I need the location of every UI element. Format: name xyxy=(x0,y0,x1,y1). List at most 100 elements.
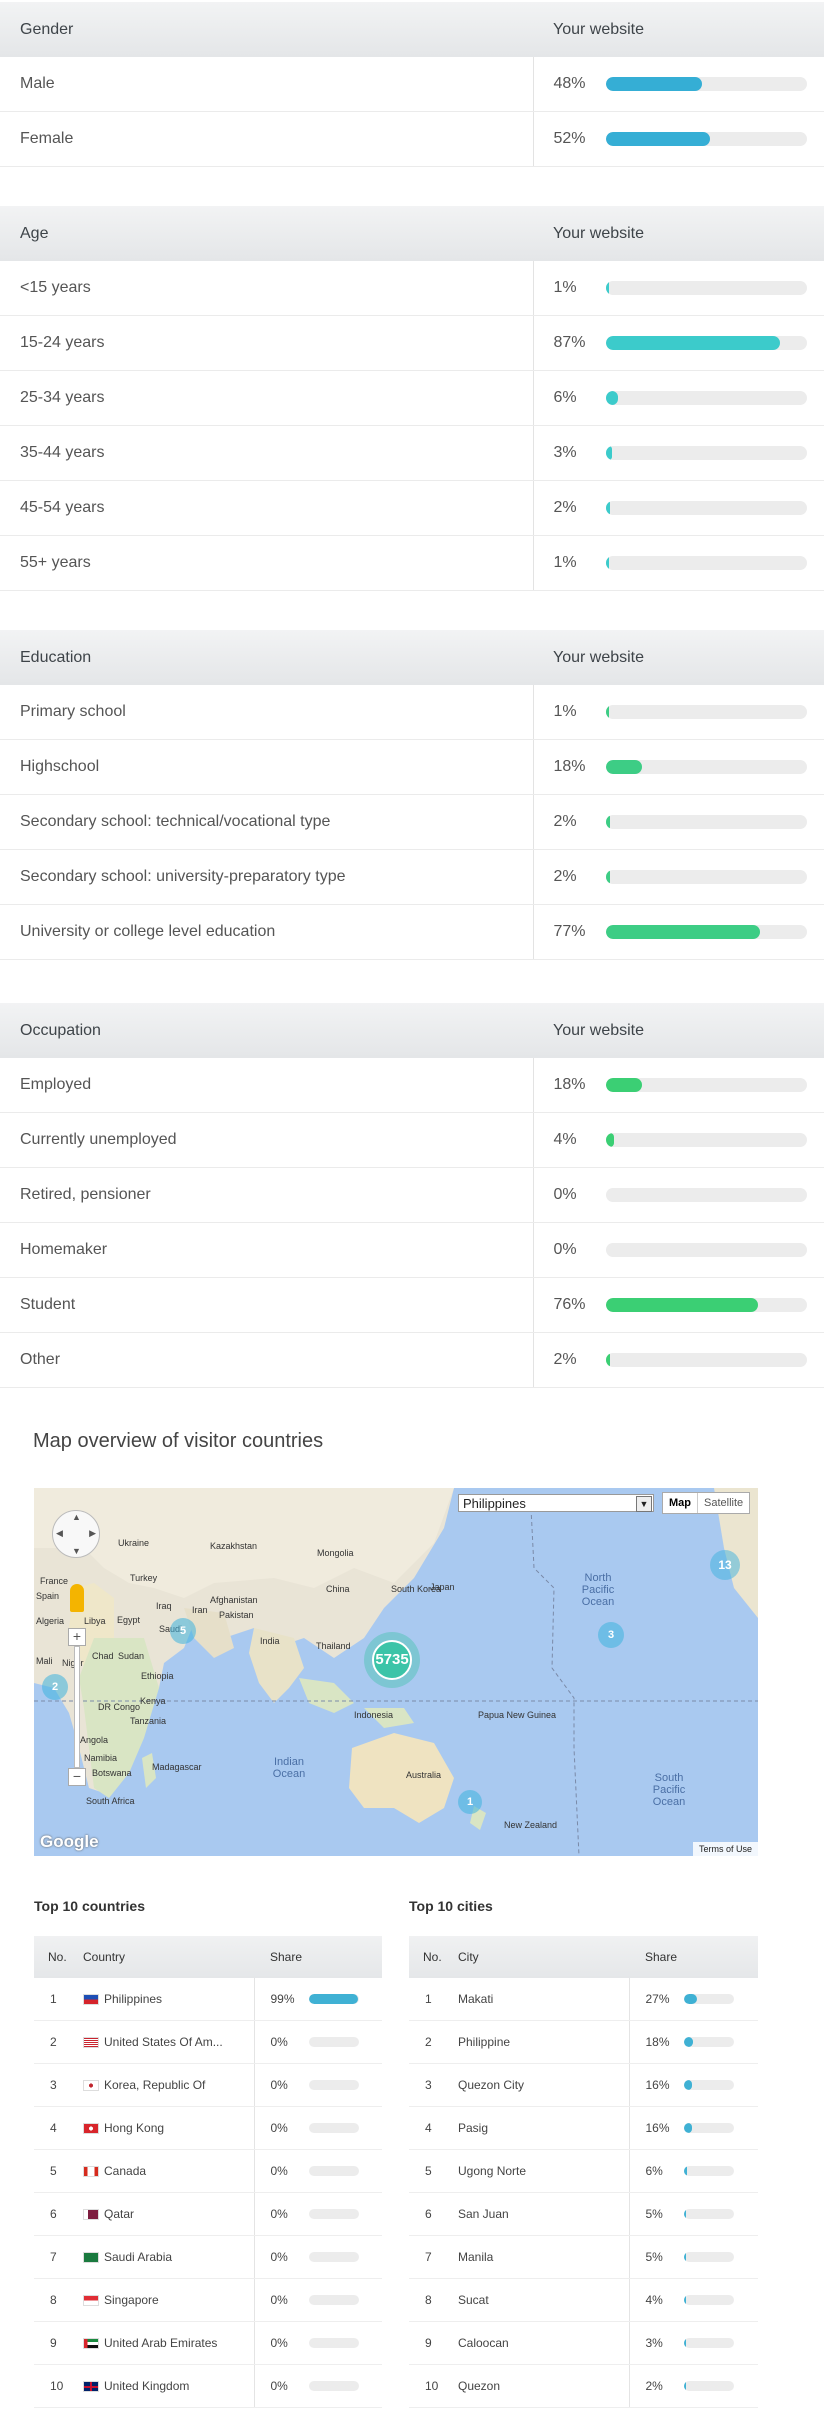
top-row: 2 Philippine 18% xyxy=(409,2020,758,2064)
row-bar-fill xyxy=(605,445,612,460)
row-bar-fill xyxy=(605,500,610,515)
row-number: 3 xyxy=(409,2063,457,2107)
row-percent: 77% xyxy=(553,922,586,940)
demo-row: <15 years 1% xyxy=(0,261,824,316)
top-row: 1 Philippines 99% xyxy=(34,1978,382,2021)
pan-up-icon[interactable]: ▲ xyxy=(72,1512,81,1522)
map-label: Niger xyxy=(62,1658,84,1668)
row-label: Retired, pensioner xyxy=(0,1167,533,1223)
zoom-slider[interactable] xyxy=(74,1646,80,1768)
share-bar-fill xyxy=(683,2209,686,2220)
row-bar-fill xyxy=(605,759,642,774)
row-name-cell: Ugong Norte xyxy=(457,2149,629,2193)
row-bar-track xyxy=(605,814,807,829)
row-name: San Juan xyxy=(458,2207,509,2221)
row-name-cell: Quezon City xyxy=(457,2063,629,2107)
row-share-cell: 3% xyxy=(628,2321,758,2365)
row-bar-track xyxy=(605,1187,807,1202)
zoom-in-button[interactable]: + xyxy=(68,1628,86,1646)
row-bar-track xyxy=(605,1297,807,1312)
row-bar-fill xyxy=(605,335,781,350)
row-bar-track xyxy=(605,445,807,460)
cluster-pacific[interactable]: 3 xyxy=(598,1622,624,1648)
row-value-cell: 1% xyxy=(532,261,824,316)
map-label: Namibia xyxy=(84,1753,118,1763)
row-bar-fill xyxy=(605,76,702,91)
row-share: 0% xyxy=(270,2336,288,2351)
row-value-cell: 1% xyxy=(532,535,824,591)
row-name: Makati xyxy=(458,1992,494,2006)
row-share: 2% xyxy=(645,2379,663,2394)
col-share: Share xyxy=(254,1936,382,1978)
pan-left-icon[interactable]: ◀ xyxy=(56,1528,63,1539)
gender-table: Gender Your website Male 48% Female 52% xyxy=(0,2,824,167)
row-share-cell: 27% xyxy=(628,1978,758,2021)
row-percent: 18% xyxy=(553,757,586,775)
row-share: 0% xyxy=(270,2379,288,2394)
share-bar-fill xyxy=(683,2338,686,2349)
map-type-satellite-button[interactable]: Satellite xyxy=(698,1493,749,1513)
map-label: Sudan xyxy=(118,1651,145,1661)
map-label: Tanzania xyxy=(130,1716,167,1726)
gender-section: Gender Your website Male 48% Female 52% xyxy=(0,2,824,167)
row-label: Primary school xyxy=(0,685,533,740)
share-bar-track xyxy=(308,2123,359,2134)
top-row: 7 Manila 5% xyxy=(409,2235,758,2279)
pan-control[interactable]: ▲ ▼ ◀ ▶ xyxy=(52,1510,100,1558)
cluster-philippines[interactable]: 5735 xyxy=(364,1632,420,1688)
row-bar-fill xyxy=(605,280,609,295)
flag-kr-icon xyxy=(83,2080,99,2092)
row-percent: 1% xyxy=(553,702,577,720)
cluster-west[interactable]: 2 xyxy=(42,1674,68,1700)
row-share: 6% xyxy=(645,2164,663,2179)
row-percent: 48% xyxy=(553,74,586,92)
flag-sg-icon xyxy=(83,2295,99,2307)
row-percent: 18% xyxy=(553,1075,586,1093)
row-label: 25-34 years xyxy=(0,370,533,426)
demo-row: Retired, pensioner 0% xyxy=(0,1167,824,1223)
map-label: France xyxy=(40,1576,69,1586)
pegman-icon[interactable] xyxy=(70,1584,84,1612)
pan-right-icon[interactable]: ▶ xyxy=(89,1528,96,1539)
row-label: 55+ years xyxy=(0,535,533,591)
cluster-usa[interactable]: 13 xyxy=(710,1550,740,1580)
row-number: 9 xyxy=(409,2321,457,2365)
row-share-cell: 99% xyxy=(253,1978,382,2021)
row-share: 0% xyxy=(270,2293,288,2308)
row-value-cell: 4% xyxy=(532,1112,824,1168)
map-type-map-button[interactable]: Map xyxy=(663,1493,698,1513)
row-number: 8 xyxy=(409,2278,457,2322)
cluster-australia[interactable]: 1 xyxy=(458,1790,482,1814)
row-name-cell: Korea, Republic Of xyxy=(82,2063,254,2107)
map-label: Kenya xyxy=(140,1696,166,1706)
zoom-out-button[interactable]: − xyxy=(68,1768,86,1786)
cluster-middle-east[interactable]: 5 xyxy=(170,1618,196,1644)
world-map[interactable]: North Pacific Ocean Indian Ocean South Pacif… xyxy=(34,1488,758,1856)
row-label: Secondary school: technical/vocational t… xyxy=(0,794,533,850)
col-no: No. xyxy=(409,1936,457,1978)
demo-row: 55+ years 1% xyxy=(0,535,824,591)
share-bar-track xyxy=(308,2338,359,2349)
demo-row: 45-54 years 2% xyxy=(0,480,824,536)
row-label: Currently unemployed xyxy=(0,1112,533,1168)
country-select[interactable]: Philippines ▼ xyxy=(458,1494,654,1512)
chevron-down-icon: ▼ xyxy=(636,1496,652,1512)
map-title: Map overview of visitor countries xyxy=(33,1430,324,1452)
pan-down-icon[interactable]: ▼ xyxy=(72,1546,81,1556)
row-value-cell: 3% xyxy=(532,425,824,481)
terms-link[interactable]: Terms of Use xyxy=(692,1842,758,1856)
row-name-cell: Pasig xyxy=(457,2106,629,2150)
row-value-cell: 77% xyxy=(532,904,824,960)
row-bar-track xyxy=(605,1077,807,1092)
row-name: Manila xyxy=(458,2250,494,2264)
row-share-cell: 2% xyxy=(628,2364,758,2408)
row-label: Student xyxy=(0,1277,533,1333)
cluster-philippines-core: 5735 xyxy=(372,1640,412,1680)
row-share: 16% xyxy=(645,2078,670,2093)
education-table: Education Your website Primary school 1% H… xyxy=(0,630,824,960)
share-bar-track xyxy=(308,2252,359,2263)
share-bar-track xyxy=(308,2037,359,2048)
row-label: 15-24 years xyxy=(0,315,533,371)
row-share-cell: 0% xyxy=(253,2364,382,2408)
row-name: Sucat xyxy=(458,2293,489,2307)
